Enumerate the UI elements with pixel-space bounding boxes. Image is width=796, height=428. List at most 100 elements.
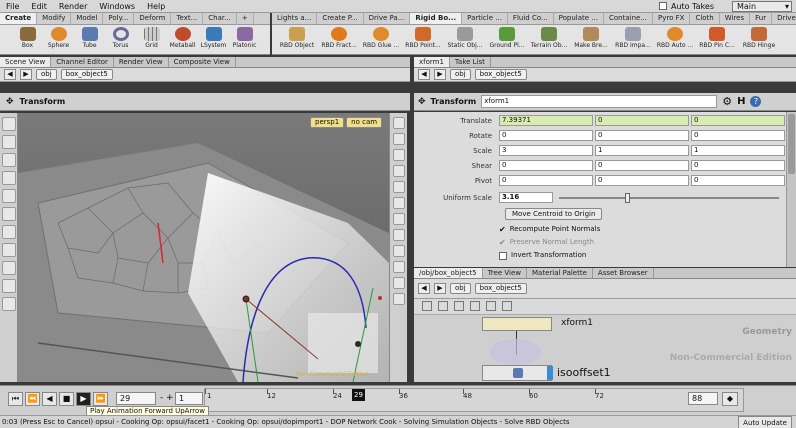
paint-tool-icon[interactable] bbox=[2, 153, 16, 167]
shelf-tab-cloth[interactable]: Cloth bbox=[690, 13, 720, 24]
rotate-y-field[interactable]: 0 bbox=[595, 130, 689, 141]
back-icon[interactable]: ◀ bbox=[4, 69, 16, 80]
frame-step-plus-icon[interactable]: + bbox=[166, 393, 174, 403]
uniform-scale-slider-handle[interactable] bbox=[625, 193, 630, 203]
play-forward-icon[interactable]: ▶ bbox=[76, 392, 91, 406]
translate-z-field[interactable]: 0 bbox=[691, 115, 785, 126]
end-frame-field[interactable]: 88 bbox=[688, 392, 718, 405]
color-palette-icon[interactable] bbox=[502, 301, 512, 311]
menu-windows[interactable]: Windows bbox=[93, 2, 141, 11]
ghost-icon[interactable] bbox=[393, 133, 405, 145]
shelf-tab-modify[interactable]: Modify bbox=[37, 13, 72, 24]
shelf-tab-fur[interactable]: Fur bbox=[750, 13, 773, 24]
translate-x-field[interactable]: 7.39371 bbox=[499, 115, 593, 126]
gear-icon[interactable]: ⚙ bbox=[722, 95, 732, 108]
shelf-tab-drive-particles[interactable]: Drive Pa... bbox=[364, 13, 411, 24]
network-editor[interactable]: Geometry xform1 isooffset1 Non-Commercia… bbox=[414, 299, 796, 382]
scale-y-field[interactable]: 1 bbox=[595, 145, 689, 156]
list-icon[interactable] bbox=[422, 301, 432, 311]
pivot-x-field[interactable]: 0 bbox=[499, 175, 593, 186]
shelf-tab-wires[interactable]: Wires bbox=[720, 13, 751, 24]
start-frame-field[interactable]: 1 bbox=[175, 392, 203, 405]
isooffset-node[interactable]: isooffset1 bbox=[482, 365, 611, 381]
rotate-tool-icon[interactable] bbox=[2, 207, 16, 221]
forward-icon[interactable]: ▶ bbox=[434, 69, 446, 80]
rbd-glue-tool[interactable]: RBD Glue ... bbox=[360, 25, 402, 54]
view-tool-icon[interactable] bbox=[2, 261, 16, 275]
parameter-scrollbar[interactable] bbox=[786, 112, 796, 267]
auto-takes-checkbox[interactable] bbox=[658, 2, 667, 10]
shelf-tab-lights[interactable]: Lights a... bbox=[272, 13, 318, 24]
sticky-note-icon[interactable] bbox=[486, 301, 496, 311]
shelf-tab-rigid-bodies[interactable]: Rigid Bo... bbox=[410, 13, 463, 24]
help-h-icon[interactable]: H bbox=[737, 96, 745, 107]
path-box-object[interactable]: box_object5 bbox=[60, 69, 113, 80]
timeline-ruler[interactable]: 1 12 24 36 48 60 72 29 bbox=[204, 388, 744, 412]
rbd-point-tool[interactable]: RBD Point... bbox=[402, 25, 444, 54]
ground-plane-tool[interactable]: Ground Pl... bbox=[486, 25, 528, 54]
handle-tool-icon[interactable] bbox=[2, 243, 16, 257]
shelf-tab-text[interactable]: Text... bbox=[171, 13, 204, 24]
jump-to-start-icon[interactable]: ⏮ bbox=[8, 392, 23, 406]
key-icon[interactable]: ◆ bbox=[722, 392, 738, 406]
grid-tool[interactable]: Grid bbox=[136, 25, 167, 54]
path-box-object[interactable]: box_object5 bbox=[474, 69, 527, 80]
shelf-tab-create[interactable]: Create bbox=[0, 13, 38, 24]
display-flag-icon[interactable] bbox=[547, 366, 553, 380]
tab-network-path[interactable]: /obj/box_object5 bbox=[414, 268, 483, 278]
static-object-tool[interactable]: Static Obj... bbox=[444, 25, 486, 54]
render-region-icon[interactable] bbox=[2, 297, 16, 311]
scale-x-field[interactable]: 3 bbox=[499, 145, 593, 156]
menu-file[interactable]: File bbox=[0, 2, 25, 11]
shelf-tab-populate[interactable]: Populate ... bbox=[554, 13, 604, 24]
step-forward-icon[interactable]: ⏩ bbox=[93, 392, 108, 406]
play-reverse-icon[interactable]: ◀ bbox=[42, 392, 57, 406]
tile-icon[interactable] bbox=[438, 301, 448, 311]
shelf-tab-particle-fluids[interactable]: Particle ... bbox=[462, 13, 508, 24]
box-tool[interactable]: Box bbox=[12, 25, 43, 54]
tab-material-palette[interactable]: Material Palette bbox=[527, 268, 593, 278]
move-centroid-button[interactable]: Move Centroid to Origin bbox=[505, 208, 603, 220]
scale-z-field[interactable]: 1 bbox=[691, 145, 785, 156]
invert-transformation-row[interactable]: Invert Transformation bbox=[499, 250, 586, 261]
tab-scene-view[interactable]: Scene View bbox=[0, 57, 52, 67]
tab-channel-editor[interactable]: Channel Editor bbox=[51, 57, 114, 67]
stop-icon[interactable]: ■ bbox=[59, 392, 74, 406]
visibility-icon[interactable] bbox=[393, 277, 405, 289]
back-icon[interactable]: ◀ bbox=[418, 283, 430, 294]
torus-tool[interactable]: Torus bbox=[105, 25, 136, 54]
rotate-x-field[interactable]: 0 bbox=[499, 130, 593, 141]
rbd-object-tool[interactable]: RBD Object bbox=[276, 25, 318, 54]
tab-asset-browser[interactable]: Asset Browser bbox=[593, 268, 654, 278]
shelf-tab-poly[interactable]: Poly... bbox=[103, 13, 135, 24]
rbd-pin-constraint-tool[interactable]: RBD Pin C... bbox=[696, 25, 738, 54]
texture-icon[interactable] bbox=[393, 245, 405, 257]
tab-composite-view[interactable]: Composite View bbox=[169, 57, 236, 67]
make-breakable-tool[interactable]: Make Bre... bbox=[570, 25, 612, 54]
desktop-select[interactable]: Main bbox=[732, 0, 792, 12]
lights-icon[interactable] bbox=[393, 181, 405, 193]
scrollbar-thumb[interactable] bbox=[788, 114, 795, 174]
terrain-object-tool[interactable]: Terrain Ob... bbox=[528, 25, 570, 54]
shear-z-field[interactable]: 0 bbox=[691, 160, 785, 171]
select-tool-icon[interactable] bbox=[2, 117, 16, 131]
forward-icon[interactable]: ▶ bbox=[20, 69, 32, 80]
snapshot-icon[interactable] bbox=[393, 213, 405, 225]
path-obj[interactable]: obj bbox=[450, 283, 471, 294]
shelf-tab-char[interactable]: Char... bbox=[203, 13, 237, 24]
shelf-tab-deform[interactable]: Deform bbox=[134, 13, 172, 24]
shelf-tab-add[interactable]: + bbox=[237, 13, 254, 24]
node-name-field[interactable]: xform1 bbox=[481, 95, 718, 108]
shelf-tab-drive-simulation[interactable]: Drive Si... bbox=[772, 13, 796, 24]
translate-y-field[interactable]: 0 bbox=[595, 115, 689, 126]
pose-tool-icon[interactable] bbox=[2, 171, 16, 185]
path-obj[interactable]: obj bbox=[36, 69, 57, 80]
tab-tree-view[interactable]: Tree View bbox=[483, 268, 527, 278]
shear-x-field[interactable]: 0 bbox=[499, 160, 593, 171]
menu-help[interactable]: Help bbox=[141, 2, 171, 11]
particle-icon[interactable] bbox=[393, 293, 405, 305]
tube-tool[interactable]: Tube bbox=[74, 25, 105, 54]
tab-render-view[interactable]: Render View bbox=[114, 57, 169, 67]
platonic-tool[interactable]: Platonic bbox=[229, 25, 260, 54]
rbd-auto-freeze-tool[interactable]: RBD Auto ... bbox=[654, 25, 696, 54]
